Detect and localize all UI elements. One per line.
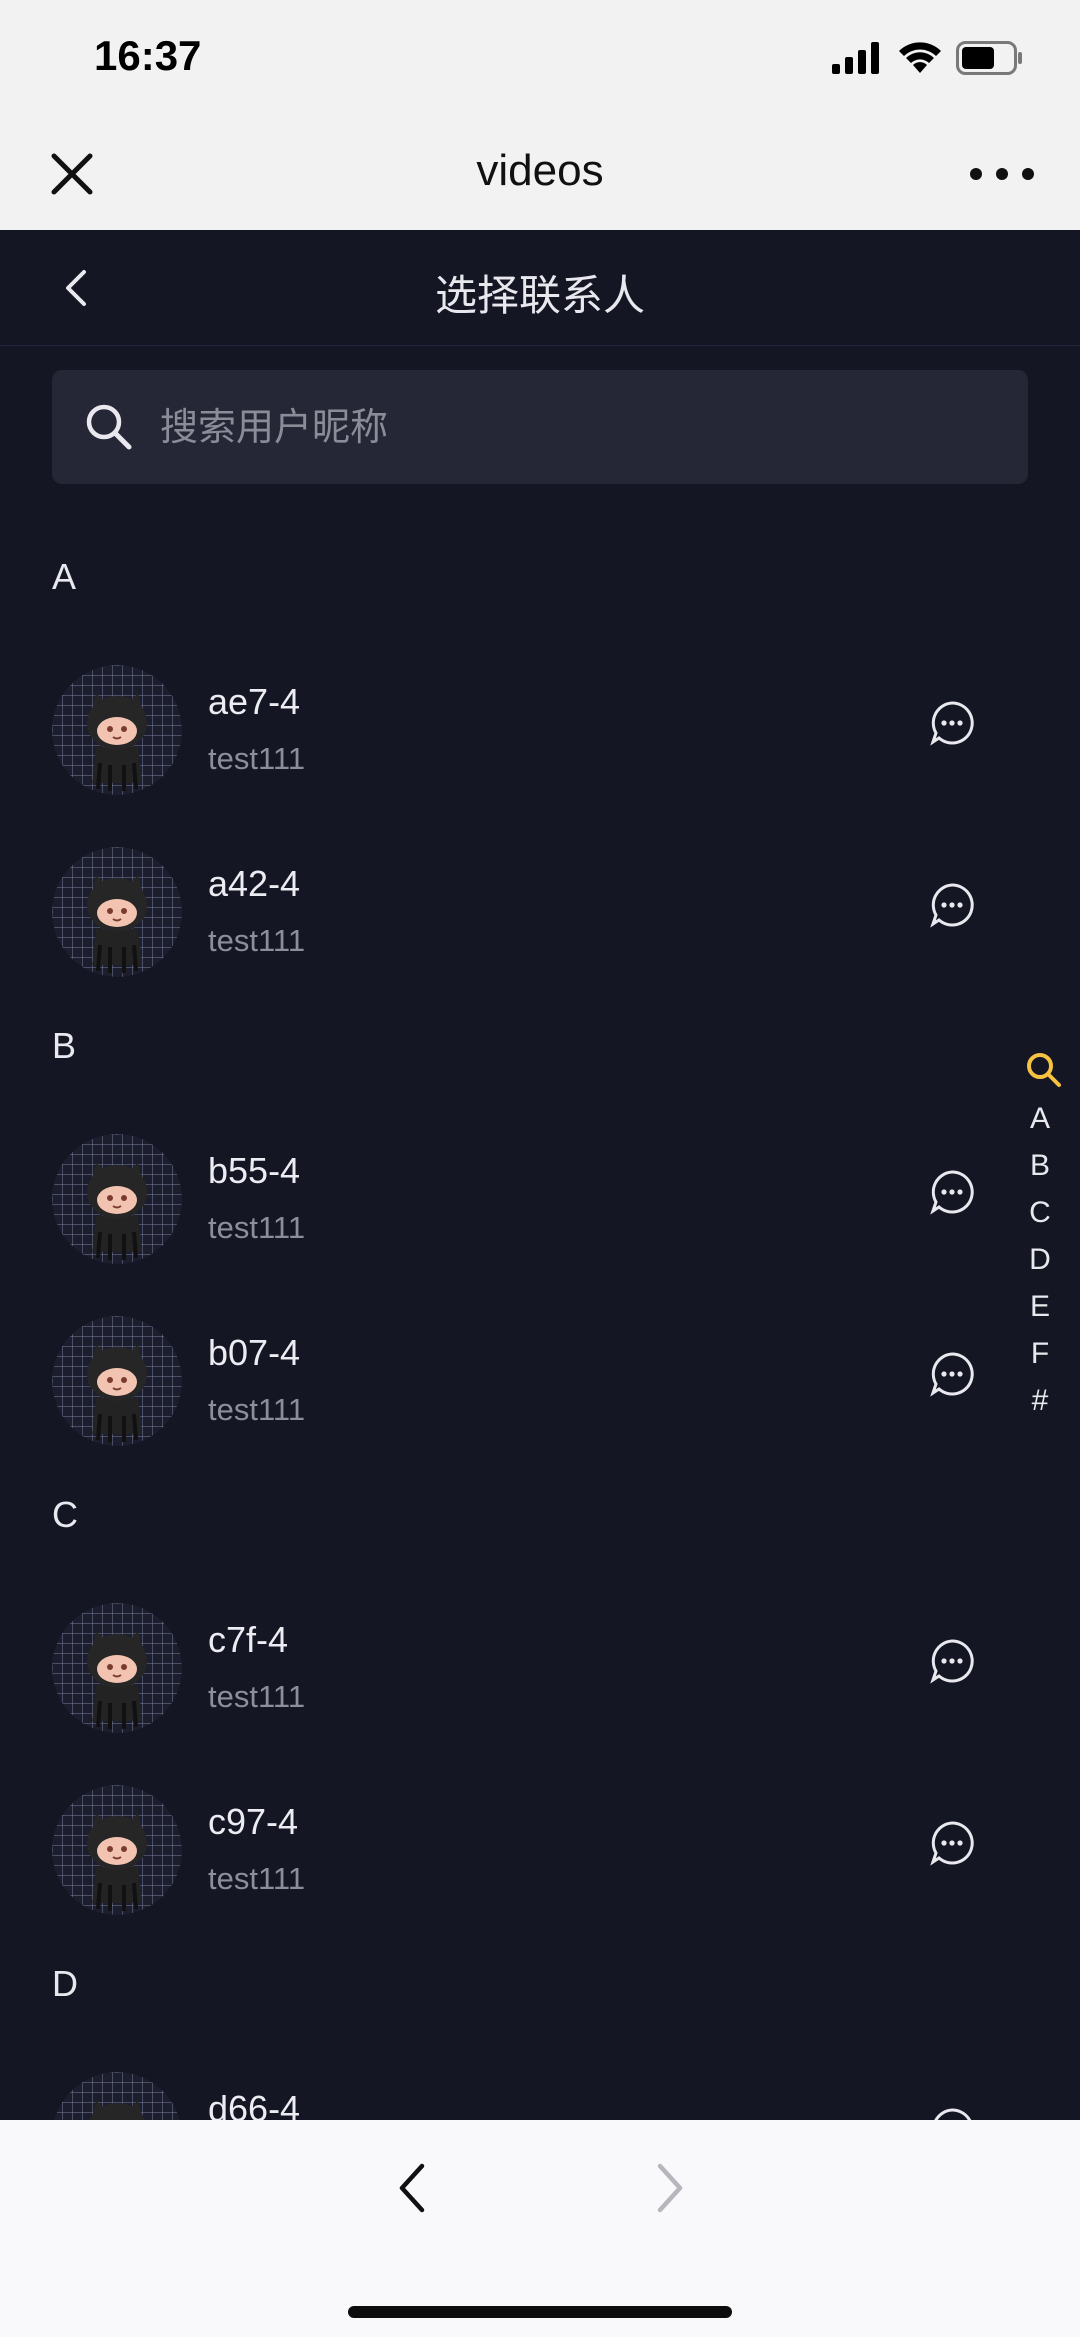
search-icon xyxy=(86,404,132,450)
contact-row[interactable]: c7f-4 test111 xyxy=(0,1593,1080,1743)
contact-subtitle: test111 xyxy=(208,741,306,776)
alphabet-index[interactable]: A B C D E F # xyxy=(1014,1010,1070,1470)
search-bar[interactable] xyxy=(52,370,1028,484)
contact-name: b07-4 xyxy=(208,1332,301,1373)
contact-subtitle: test111 xyxy=(208,1392,306,1427)
message-icon[interactable] xyxy=(928,1819,976,1867)
wifi-icon xyxy=(899,42,941,73)
message-icon[interactable] xyxy=(928,699,976,747)
section-header-a: A xyxy=(52,556,77,597)
contact-name: c97-4 xyxy=(208,1801,299,1842)
home-indicator xyxy=(348,2306,732,2318)
contact-name: c7f-4 xyxy=(208,1619,289,1660)
index-letter-hash[interactable]: # xyxy=(1014,1384,1066,1418)
message-icon[interactable] xyxy=(928,1168,976,1216)
index-search-icon[interactable] xyxy=(1024,1050,1064,1090)
cellular-signal-icon xyxy=(832,42,879,74)
index-letter-e[interactable]: E xyxy=(1014,1290,1066,1324)
contact-row[interactable]: b07-4 test111 xyxy=(0,1306,1080,1456)
contact-subtitle: test111 xyxy=(208,1210,306,1245)
battery-icon xyxy=(956,41,1022,75)
status-time: 16:37 xyxy=(94,32,202,79)
index-letter-c[interactable]: C xyxy=(1014,1196,1066,1230)
page-title: 选择联系人 xyxy=(434,271,645,320)
index-letter-b[interactable]: B xyxy=(1014,1149,1066,1183)
contact-name: b55-4 xyxy=(208,1150,301,1191)
contact-row[interactable]: a42-4 test111 xyxy=(0,837,1080,987)
contact-row[interactable]: c97-4 test111 xyxy=(0,1775,1080,1925)
avatar xyxy=(52,847,182,977)
contact-subtitle: test111 xyxy=(208,1679,306,1714)
contact-name: ae7-4 xyxy=(208,681,301,722)
status-bar: 16:37 xyxy=(0,0,1080,118)
more-icon[interactable] xyxy=(964,144,1040,204)
section-header-c: C xyxy=(52,1494,78,1535)
search-input[interactable] xyxy=(160,370,1000,484)
contact-name: a42-4 xyxy=(208,863,301,904)
miniprogram-navbar: videos xyxy=(0,118,1080,230)
avatar xyxy=(52,1603,182,1733)
bottom-navigation-bar xyxy=(0,2120,1080,2337)
contact-row[interactable]: b55-4 test111 xyxy=(0,1124,1080,1274)
avatar xyxy=(52,1134,182,1264)
contact-row[interactable]: ae7-4 test111 xyxy=(0,655,1080,805)
message-icon[interactable] xyxy=(928,1350,976,1398)
index-letter-f[interactable]: F xyxy=(1014,1337,1066,1371)
index-letter-d[interactable]: D xyxy=(1014,1243,1066,1277)
message-icon[interactable] xyxy=(928,881,976,929)
contact-subtitle: test111 xyxy=(208,923,306,958)
avatar xyxy=(52,1316,182,1446)
status-icons xyxy=(832,38,1024,78)
section-header-d: D xyxy=(52,1963,78,2004)
page-header: 选择联系人 xyxy=(0,230,1080,346)
index-letter-a[interactable]: A xyxy=(1014,1102,1066,1136)
section-header-b: B xyxy=(52,1025,77,1066)
message-icon[interactable] xyxy=(928,1637,976,1685)
miniprogram-title: videos xyxy=(476,146,604,195)
nav-back-icon[interactable] xyxy=(386,2160,442,2216)
avatar xyxy=(52,665,182,795)
nav-forward-icon[interactable] xyxy=(640,2160,696,2216)
contact-subtitle: test111 xyxy=(208,1861,306,1896)
avatar xyxy=(52,1785,182,1915)
